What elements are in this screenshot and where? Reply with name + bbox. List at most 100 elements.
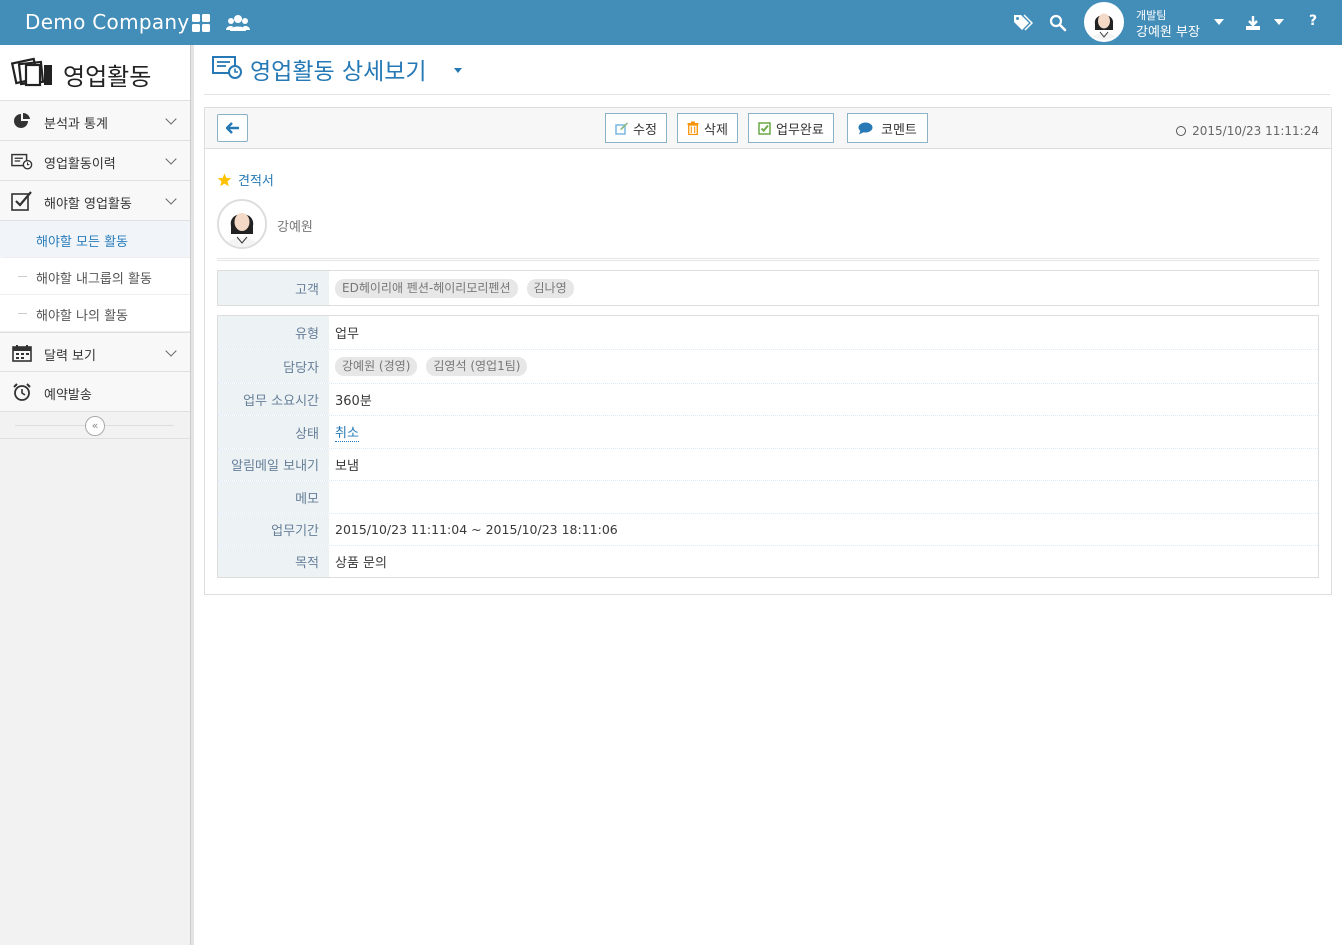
- info-label: 목적: [218, 546, 329, 577]
- header-divider: [204, 94, 1330, 95]
- tree-dash: [18, 276, 27, 277]
- info-label: 업무 소요시간: [218, 384, 329, 415]
- calendar-icon: [11, 343, 33, 363]
- info-row-duration: 업무 소요시간 360분: [218, 383, 1318, 415]
- info-value: 업무: [335, 327, 359, 342]
- divider: [217, 258, 1319, 261]
- info-label: 업무기간: [218, 514, 329, 545]
- info-label: 담당자: [218, 350, 329, 383]
- sidebar-item-history[interactable]: 영업활동이력: [0, 141, 190, 181]
- info-value: 취소: [329, 416, 1318, 448]
- info-value: 360분: [335, 394, 372, 409]
- top-navbar: Demo Company 개발팀 강예원 부장 ?: [0, 0, 1342, 45]
- sidebar-subitem-all[interactable]: 해야할 모든 활동: [0, 221, 190, 258]
- info-label: 알림메일 보내기: [218, 449, 329, 480]
- edit-icon: [615, 122, 628, 135]
- trash-icon: [687, 121, 699, 135]
- sidebar-item-analytics[interactable]: 분석과 통계: [0, 101, 190, 141]
- user-avatar[interactable]: [1084, 2, 1124, 42]
- comment-icon: [858, 122, 873, 135]
- sales-activity-icon: [10, 57, 54, 91]
- assignee-chip[interactable]: 강예원 (경영): [335, 357, 418, 376]
- clock-icon: [1176, 126, 1187, 136]
- download-icon[interactable]: [1241, 11, 1265, 35]
- chevron-down-icon: [165, 113, 177, 125]
- info-value: 강예원 (경영) 김영석 (영업1팀): [329, 350, 1318, 383]
- sidebar-title: 영업활동: [63, 63, 152, 91]
- sidebar-item-calendar[interactable]: 달력 보기: [0, 332, 190, 372]
- detail-table: 유형 업무 담당자 강예원 (경영) 김영석 (영업1팀) 업무 소요시간 36…: [217, 315, 1319, 578]
- sidebar: 영업활동 분석과 통계 영업활동이력 해야할 영업활동 해야할 모든 활동 해야…: [0, 45, 194, 945]
- info-row-notify: 알림메일 보내기 보냄: [218, 448, 1318, 480]
- sidebar-collapse: «: [0, 412, 190, 439]
- customer-table: 고객 ED헤이리애 펜션-헤이리모리펜션 김나영: [217, 270, 1319, 306]
- sidebar-subitem-my-group[interactable]: 해야할 내그룹의 활동: [0, 258, 190, 295]
- alarm-icon: [11, 382, 33, 402]
- users-icon[interactable]: [226, 11, 250, 35]
- sidebar-subitem-label: 해야할 나의 활동: [36, 309, 128, 324]
- info-row-period: 업무기간 2015/10/23 11:11:04 ~ 2015/10/23 18…: [218, 513, 1318, 545]
- info-row-purpose: 목적 상품 문의: [218, 545, 1318, 577]
- checkbox-icon: [11, 191, 33, 211]
- detail-toolbar: 수정 삭제 업무완료 코멘트 2015/10/23 11:11:24: [205, 108, 1331, 149]
- info-row-customer: 고객 ED헤이리애 펜션-헤이리모리펜션 김나영: [218, 271, 1318, 305]
- star-icon: [217, 173, 232, 186]
- search-icon[interactable]: [1046, 11, 1070, 35]
- back-button[interactable]: [217, 114, 248, 142]
- info-label: 유형: [218, 316, 329, 349]
- check-square-icon: [758, 121, 771, 135]
- chevron-down-icon: [165, 153, 177, 165]
- sidebar-subitem-label: 해야할 내그룹의 활동: [36, 272, 152, 287]
- brand-logo[interactable]: Demo Company: [25, 10, 190, 34]
- tags-icon[interactable]: [1011, 11, 1035, 35]
- customer-chip[interactable]: ED헤이리애 펜션-헤이리모리펜션: [335, 278, 518, 298]
- info-value: 2015/10/23 11:11:04 ~ 2015/10/23 18:11:0…: [335, 522, 618, 537]
- title-caret-icon[interactable]: [454, 68, 462, 73]
- user-name[interactable]: 강예원 부장: [1136, 21, 1200, 40]
- complete-button[interactable]: 업무완료: [748, 113, 834, 143]
- author-name: 강예원: [277, 220, 313, 235]
- user-menu-caret-icon[interactable]: [1214, 19, 1224, 25]
- status-value[interactable]: 취소: [335, 422, 359, 442]
- sidebar-subitem-label: 해야할 모든 활동: [36, 235, 128, 250]
- assignee-chip[interactable]: 김영석 (영업1팀): [426, 357, 528, 376]
- tag-row: 견적서: [217, 170, 274, 189]
- edit-button[interactable]: 수정: [605, 113, 667, 143]
- delete-button[interactable]: 삭제: [677, 113, 738, 143]
- double-chevron-left-icon[interactable]: «: [85, 416, 105, 436]
- chevron-down-icon: [165, 345, 177, 357]
- info-row-status: 상태 취소: [218, 415, 1318, 448]
- comment-button[interactable]: 코멘트: [847, 113, 928, 143]
- sidebar-item-label: 예약발송: [44, 388, 92, 403]
- info-row-type: 유형 업무: [218, 316, 1318, 349]
- customer-chip[interactable]: 김나영: [526, 278, 574, 298]
- info-value: 상품 문의: [335, 556, 387, 571]
- sidebar-subitem-mine[interactable]: 해야할 나의 활동: [0, 295, 190, 332]
- tree-dash: [18, 313, 27, 314]
- info-value: ED헤이리애 펜션-헤이리모리펜션 김나영: [329, 271, 1318, 305]
- pie-chart-icon: [11, 111, 33, 131]
- sidebar-item-label: 영업활동이력: [44, 157, 116, 172]
- tag-label[interactable]: 견적서: [238, 170, 274, 189]
- info-label: 상태: [218, 416, 329, 448]
- history-icon: [11, 151, 33, 171]
- help-button[interactable]: ?: [1309, 13, 1317, 29]
- sidebar-item-todo[interactable]: 해야할 영업활동: [0, 181, 190, 221]
- info-value: 보냄: [335, 459, 359, 474]
- page-title: 영업활동 상세보기: [250, 59, 427, 85]
- author-avatar: [217, 199, 267, 249]
- activity-timestamp: 2015/10/23 11:11:24: [1176, 124, 1319, 138]
- sidebar-item-label: 달력 보기: [44, 349, 96, 364]
- sidebar-item-label: 해야할 영업활동: [44, 197, 132, 212]
- info-label: 고객: [218, 271, 329, 305]
- info-label: 메모: [218, 481, 329, 513]
- sidebar-header: 영업활동: [0, 45, 190, 101]
- info-row-memo: 메모: [218, 480, 1318, 513]
- download-menu-caret-icon[interactable]: [1274, 19, 1284, 25]
- sidebar-item-label: 분석과 통계: [44, 117, 108, 132]
- sidebar-item-scheduled-send[interactable]: 예약발송: [0, 372, 190, 412]
- info-value: [329, 481, 1318, 513]
- detail-widget: 수정 삭제 업무완료 코멘트 2015/10/23 11:11:24 견적서 강…: [204, 107, 1332, 595]
- grid-icon[interactable]: [189, 11, 213, 35]
- chevron-down-icon: [165, 193, 177, 205]
